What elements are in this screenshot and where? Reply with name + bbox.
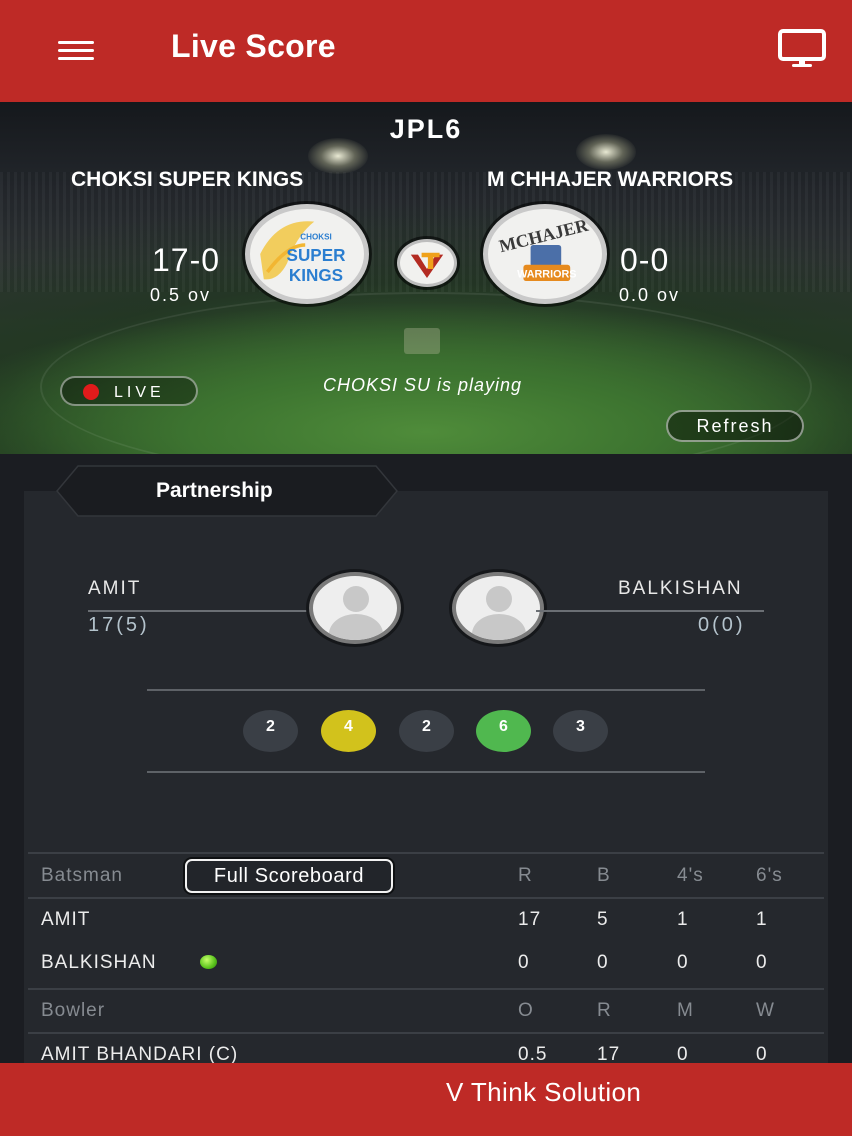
table-divider xyxy=(28,852,824,854)
svg-text:WARRIORS: WARRIORS xyxy=(517,268,576,280)
match-hero-banner: JPL6 CHOKSI SUPER KINGS M CHHAJER WARRIO… xyxy=(0,102,852,454)
partnership-tab[interactable]: Partnership xyxy=(56,465,398,517)
partner-right-runs: 0(0) xyxy=(698,614,746,636)
cricket-pitch xyxy=(404,328,440,354)
batsman-name[interactable]: AMIT xyxy=(41,909,90,931)
batsman-column-header: Batsman xyxy=(41,865,123,886)
live-badge: LIVE xyxy=(60,376,198,406)
batting-status-text: CHOKSI SU is playing xyxy=(323,375,523,395)
batsman-runs: 17 xyxy=(518,909,542,930)
recent-ball: 2 xyxy=(243,710,298,752)
batsman-runs: 0 xyxy=(518,952,530,973)
partnership-tab-label: Partnership xyxy=(156,479,273,502)
svg-text:SUPER: SUPER xyxy=(287,246,346,265)
top-app-bar: Live Score xyxy=(0,0,852,102)
team-b-name: M CHHAJER WARRIORS xyxy=(487,168,734,191)
batsman-sixes: 0 xyxy=(756,952,768,973)
refresh-button[interactable]: Refresh xyxy=(666,410,804,442)
versus-emblem-icon xyxy=(397,239,457,287)
team-b-logo[interactable]: MCHAJER WARRIORS xyxy=(483,204,607,304)
partner-left-divider xyxy=(88,610,316,612)
on-strike-ball-icon xyxy=(200,955,217,969)
recent-balls-bottom-divider xyxy=(147,771,705,773)
batsman-name[interactable]: BALKISHAN xyxy=(41,952,157,974)
maidens-column-header: M xyxy=(677,1000,694,1021)
team-a-overs: 0.5 ov xyxy=(150,285,212,305)
hamburger-menu-icon[interactable] xyxy=(52,30,100,70)
runs-column-header: R xyxy=(518,865,533,886)
team-a-name: CHOKSI SUPER KINGS xyxy=(71,168,304,191)
league-title: JPL6 xyxy=(389,114,463,144)
overs-column-header: O xyxy=(518,1000,534,1021)
bowler-runs-column-header: R xyxy=(597,1000,612,1021)
fours-column-header: 4's xyxy=(677,865,704,886)
table-divider xyxy=(28,1032,824,1034)
partner-left-runs: 17(5) xyxy=(88,614,150,636)
batsman-fours: 0 xyxy=(677,952,689,973)
team-b-overs: 0.0 ov xyxy=(619,285,681,305)
monitor-icon[interactable] xyxy=(772,24,832,74)
footer-credit[interactable]: V Think Solution xyxy=(446,1077,641,1108)
batsman-sixes: 1 xyxy=(756,909,768,930)
table-divider xyxy=(28,897,824,899)
partner-right-avatar xyxy=(452,572,544,644)
batsman-fours: 1 xyxy=(677,909,689,930)
team-a-logo[interactable]: CHOKSI SUPER KINGS xyxy=(245,204,369,304)
partner-left-name: AMIT xyxy=(88,578,142,599)
bowler-column-header: Bowler xyxy=(41,1000,106,1021)
recent-ball: 3 xyxy=(553,710,608,752)
recent-ball: 2 xyxy=(399,710,454,752)
live-dot-icon xyxy=(83,384,99,400)
full-scoreboard-button[interactable]: Full Scoreboard xyxy=(185,859,393,893)
svg-text:KINGS: KINGS xyxy=(289,266,343,285)
svg-text:CHOKSI: CHOKSI xyxy=(300,233,331,242)
footer-bar: V Think Solution xyxy=(0,1063,852,1136)
sixes-column-header: 6's xyxy=(756,865,783,886)
balls-column-header: B xyxy=(597,865,611,886)
batsman-balls: 5 xyxy=(597,909,609,930)
team-b-score: 0-0 xyxy=(620,242,670,278)
table-divider xyxy=(28,988,824,990)
partner-right-name: BALKISHAN xyxy=(618,578,743,599)
partner-right-divider xyxy=(536,610,764,612)
recent-ball-four: 4 xyxy=(321,710,376,752)
app-screen: Live Score JPL6 CHOKSI SUPER KINGS M CHH… xyxy=(0,0,852,1136)
partner-left-avatar xyxy=(309,572,401,644)
app-title: Live Score xyxy=(171,28,336,64)
batsman-balls: 0 xyxy=(597,952,609,973)
partnership-card xyxy=(24,491,828,1063)
recent-ball-six: 6 xyxy=(476,710,531,752)
live-label: LIVE xyxy=(114,384,165,401)
recent-balls-top-divider xyxy=(147,689,705,691)
wickets-column-header: W xyxy=(756,1000,775,1021)
team-a-score: 17-0 xyxy=(152,242,221,278)
